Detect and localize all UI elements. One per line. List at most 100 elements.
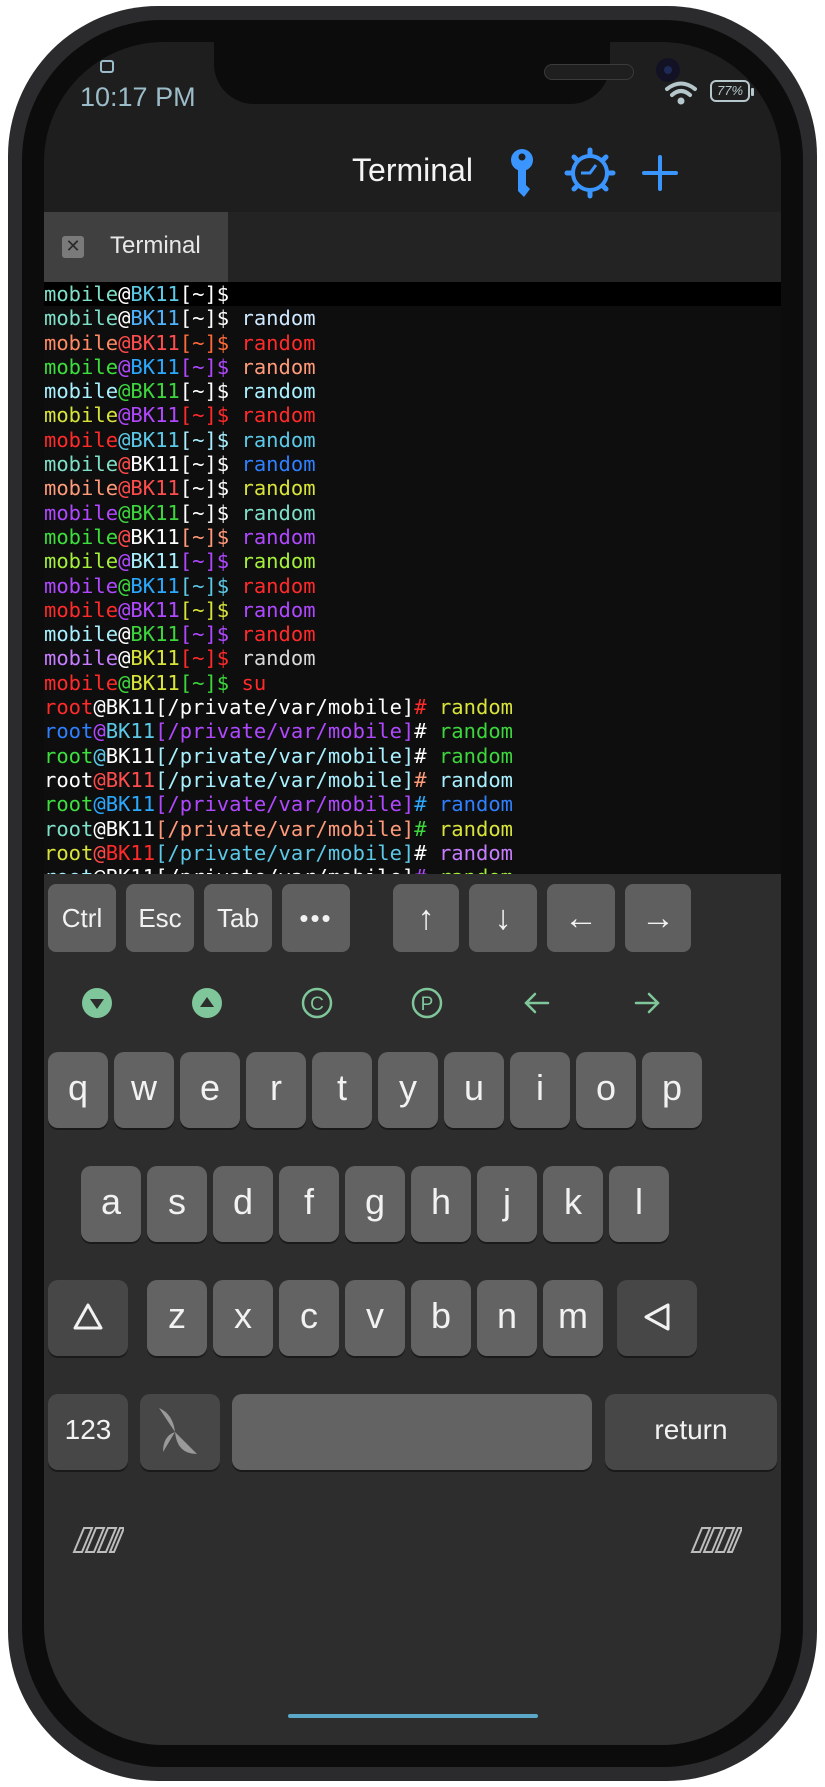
emoji-key[interactable] (140, 1394, 220, 1470)
terminal-segment: BK11 (105, 816, 156, 841)
earpiece-speaker (544, 64, 634, 80)
tab-key[interactable]: Tab (204, 884, 272, 952)
terminal-segment: root (44, 695, 94, 720)
notch (214, 42, 680, 104)
settings-gear-icon[interactable] (564, 147, 616, 199)
terminal-segment: [~]$ (179, 354, 242, 379)
terminal-line: root@BK11[/private/var/mobile]# random (44, 768, 513, 792)
terminal-line: mobile@BK11[~]$ random (44, 525, 513, 549)
key-icon[interactable] (496, 147, 548, 199)
terminal-segment: [/private/var/mobile] (155, 719, 415, 744)
tab-label: Terminal (110, 232, 201, 259)
space-key[interactable] (232, 1394, 592, 1470)
word-left-icon[interactable] (518, 984, 556, 1022)
terminal-line: mobile@BK11[~]$ random (44, 476, 513, 500)
key-u[interactable]: u (444, 1052, 504, 1128)
tab-bar: ✕ Terminal (44, 212, 781, 282)
terminal-segment: random (438, 743, 514, 768)
terminal-segment: random (438, 767, 514, 792)
add-tab-icon[interactable] (634, 147, 686, 199)
terminal-segment: random (241, 427, 316, 452)
arrow-up-key[interactable]: ↑ (393, 884, 459, 952)
terminal-segment: random (438, 792, 514, 817)
keyboard-grabber-left-icon[interactable] (72, 1526, 124, 1554)
terminal-segment: @ (118, 549, 131, 574)
key-g[interactable]: g (345, 1166, 405, 1242)
key-f[interactable]: f (279, 1166, 339, 1242)
key-s[interactable]: s (147, 1166, 207, 1242)
backspace-icon (644, 1303, 670, 1331)
tab-terminal[interactable]: ✕ Terminal (44, 212, 228, 282)
ctrl-key[interactable]: Ctrl (48, 884, 116, 952)
terminal-segment: @ (118, 524, 131, 549)
home-indicator[interactable] (288, 1714, 538, 1718)
terminal-segment: @ (93, 767, 106, 792)
terminal-segment: [~]$ (179, 549, 242, 574)
key-w[interactable]: w (114, 1052, 174, 1128)
delete-key[interactable] (617, 1280, 697, 1356)
shift-key[interactable] (48, 1280, 128, 1356)
terminal-segment: BK11 (130, 403, 180, 428)
arrow-left-key[interactable]: ← (547, 884, 615, 952)
key-a[interactable]: a (81, 1166, 141, 1242)
key-e[interactable]: e (180, 1052, 240, 1128)
copy-icon[interactable]: C (298, 984, 336, 1022)
key-c[interactable]: c (279, 1280, 339, 1356)
key-m[interactable]: m (543, 1280, 603, 1356)
key-y[interactable]: y (378, 1052, 438, 1128)
more-keys-button[interactable]: ••• (282, 884, 350, 952)
dismiss-down-icon[interactable] (78, 984, 116, 1022)
esc-key[interactable]: Esc (126, 884, 194, 952)
keyboard-grabber-right-icon[interactable] (690, 1526, 742, 1554)
arrow-right-key[interactable]: → (625, 884, 691, 952)
key-t[interactable]: t (312, 1052, 372, 1128)
key-l[interactable]: l (609, 1166, 669, 1242)
terminal-segment: mobile (44, 500, 119, 525)
key-h[interactable]: h (411, 1166, 471, 1242)
return-key[interactable]: return (605, 1394, 777, 1470)
terminal-segment: BK11 (130, 379, 180, 404)
terminal-line: mobile@BK11[~]$ su (44, 671, 513, 695)
key-q[interactable]: q (48, 1052, 108, 1128)
terminal-line: mobile@BK11[~]$ random (44, 549, 513, 573)
terminal-segment: mobile (44, 573, 119, 598)
terminal-line: root@BK11[/private/var/mobile]# random (44, 817, 513, 841)
dismiss-up-icon[interactable] (188, 984, 226, 1022)
terminal-segment: random (241, 354, 316, 379)
key-b[interactable]: b (411, 1280, 471, 1356)
terminal-segment: BK11 (130, 282, 180, 306)
keyboard: q w e r t y u i o p a s d f g h j k l z … (44, 1048, 781, 1745)
key-n[interactable]: n (477, 1280, 537, 1356)
terminal-output[interactable]: mobile@BK11[~]$ mobile@BK11[~]$ random mob… (44, 282, 781, 914)
terminal-segment: mobile (44, 379, 119, 404)
shift-icon (73, 1303, 103, 1330)
key-p[interactable]: p (642, 1052, 702, 1128)
terminal-line: mobile@BK11[~]$ random (44, 403, 513, 427)
terminal-segment: @ (93, 792, 106, 817)
terminal-segment: # (414, 719, 439, 744)
key-r[interactable]: r (246, 1052, 306, 1128)
terminal-segment: BK11 (105, 767, 156, 792)
terminal-segment: [~]$ (179, 597, 242, 622)
terminal-segment: random (241, 476, 316, 501)
key-o[interactable]: o (576, 1052, 636, 1128)
terminal-segment: [/private/var/mobile] (155, 695, 415, 720)
terminal-segment: [/private/var/mobile] (155, 792, 415, 817)
key-k[interactable]: k (543, 1166, 603, 1242)
paste-icon[interactable]: P (408, 984, 446, 1022)
word-right-icon[interactable] (628, 984, 666, 1022)
terminal-segment: [~]$ (179, 573, 242, 598)
close-icon[interactable]: ✕ (62, 236, 84, 258)
terminal-segment: mobile (44, 306, 119, 331)
key-d[interactable]: d (213, 1166, 273, 1242)
numbers-key[interactable]: 123 (48, 1394, 128, 1470)
terminal-segment: # (414, 840, 439, 865)
terminal-line: mobile@BK11[~]$ random (44, 646, 513, 670)
terminal-segment: random (241, 379, 316, 404)
key-z[interactable]: z (147, 1280, 207, 1356)
arrow-down-key[interactable]: ↓ (469, 884, 537, 952)
key-j[interactable]: j (477, 1166, 537, 1242)
key-v[interactable]: v (345, 1280, 405, 1356)
key-x[interactable]: x (213, 1280, 273, 1356)
key-i[interactable]: i (510, 1052, 570, 1128)
